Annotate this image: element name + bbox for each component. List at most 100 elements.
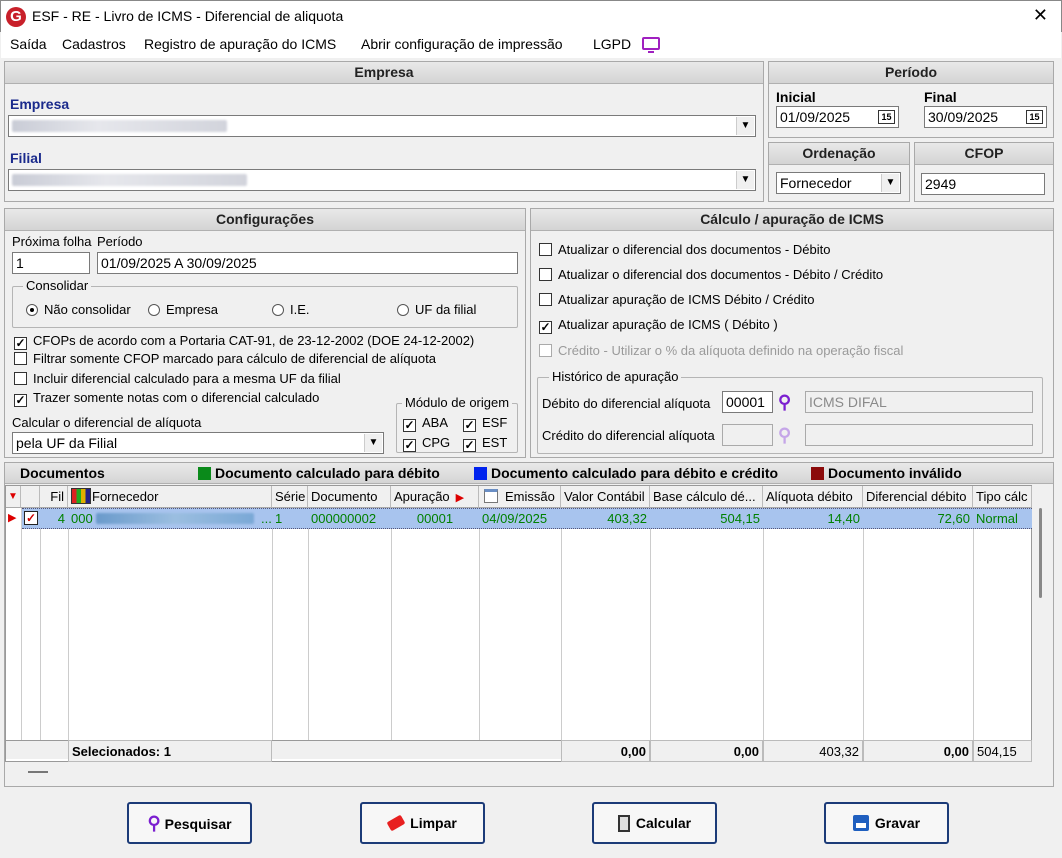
col-documento[interactable]: Documento (308, 486, 391, 508)
checkbox-disabled-icon[interactable] (539, 344, 552, 357)
calendar-icon[interactable]: 15 (878, 110, 895, 124)
grid-line (863, 508, 864, 740)
chevron-down-icon[interactable]: ▼ (364, 434, 382, 452)
checkbox-icon[interactable] (539, 268, 552, 281)
window-title: ESF - RE - Livro de ICMS - Diferencial d… (32, 8, 344, 24)
row-checkbox-checked-icon[interactable]: ✓ (24, 511, 38, 525)
horizontal-scrollbar[interactable] (6, 762, 1052, 782)
grid-line (308, 508, 309, 740)
ordenacao-select[interactable]: Fornecedor ▼ (776, 172, 901, 194)
debito-code-input[interactable]: 00001 (722, 391, 773, 413)
scrollbar-thumb[interactable] (1039, 508, 1042, 598)
checkbox-checked-icon[interactable]: ✓ (14, 337, 27, 350)
data-final-input[interactable]: 30/09/2025 15 (924, 106, 1047, 128)
col-apuracao[interactable]: Apuração ▶ (391, 486, 479, 508)
radio-empresa[interactable]: Empresa (148, 302, 218, 317)
checkbox-icon[interactable] (539, 243, 552, 256)
check-modulo-cpg[interactable]: ✓ CPG (403, 435, 450, 452)
checkbox-checked-icon[interactable]: ✓ (14, 394, 27, 407)
calendar-icon[interactable]: 15 (1026, 110, 1043, 124)
filial-value-redacted (12, 174, 247, 186)
check-modulo-est[interactable]: ✓ EST (463, 435, 507, 452)
col-base-calculo[interactable]: Base cálculo dé... (650, 486, 763, 508)
cell-apuracao: 00001 (416, 511, 454, 526)
col-emissao-label: Emissão (505, 489, 555, 504)
radio-ie[interactable]: I.E. (272, 302, 310, 317)
sort-arrow-down-icon[interactable]: ▼ (6, 486, 21, 508)
credito-code-input[interactable] (722, 424, 773, 446)
inicial-label: Inicial (776, 89, 816, 105)
radio-nao-consolidar-label: Não consolidar (44, 302, 131, 317)
check-apuracao-debito[interactable]: ✓ Atualizar apuração de ICMS ( Débito ) (539, 317, 778, 334)
proxima-folha-input[interactable]: 1 (12, 252, 90, 274)
check-atualizar-debito-credito[interactable]: Atualizar o diferencial dos documentos -… (539, 267, 883, 282)
calcular-button[interactable]: Calcular (592, 802, 717, 844)
col-diferencial[interactable]: Diferencial débito (863, 486, 973, 508)
selecionados-count: Selecionados: 1 (68, 740, 272, 762)
check-trazer-somente[interactable]: ✓ Trazer somente notas com o diferencial … (14, 390, 319, 407)
checkbox-checked-icon[interactable]: ✓ (403, 439, 416, 452)
checkbox-icon[interactable] (14, 372, 27, 385)
col-tipo[interactable]: Tipo cálc (973, 486, 1032, 508)
data-inicial-input[interactable]: 01/09/2025 15 (776, 106, 899, 128)
col-fil[interactable]: Fil (40, 486, 68, 508)
check-cfops-portaria[interactable]: ✓ CFOPs de acordo com a Portaria CAT-91, … (14, 333, 474, 350)
col-valor-contabil[interactable]: Valor Contábil (561, 486, 650, 508)
check-modulo-esf[interactable]: ✓ ESF (463, 415, 507, 432)
radio-icon[interactable] (148, 304, 160, 316)
menu-lgpd[interactable]: LGPD (593, 36, 631, 52)
limpar-button[interactable]: Limpar (360, 802, 485, 844)
green-square-icon (198, 467, 211, 480)
historico-label: Histórico de apuração (549, 369, 682, 384)
radio-selected-icon[interactable] (26, 304, 38, 316)
final-label: Final (924, 89, 957, 105)
monitor-icon[interactable] (642, 37, 660, 53)
check-modulo-aba[interactable]: ✓ ABA (403, 415, 448, 432)
check-apuracao-debito-credito[interactable]: Atualizar apuração de ICMS Débito / Créd… (539, 292, 815, 307)
chevron-down-icon[interactable]: ▼ (881, 174, 899, 192)
empresa-select[interactable]: ▼ (8, 115, 756, 137)
check-credito-aliquota-label: Crédito - Utilizar o % da alíquota defin… (558, 343, 904, 358)
menu-cadastros[interactable]: Cadastros (62, 36, 126, 52)
chevron-down-icon[interactable]: ▼ (736, 117, 754, 135)
radio-uf-filial[interactable]: UF da filial (397, 302, 476, 317)
search-icon[interactable]: ⚲ (778, 392, 791, 413)
chevron-down-icon[interactable]: ▼ (736, 171, 754, 189)
check-incluir-diferencial[interactable]: Incluir diferencial calculado para a mes… (14, 371, 341, 386)
radio-icon[interactable] (272, 304, 284, 316)
checkbox-checked-icon[interactable]: ✓ (539, 321, 552, 334)
cfop-input[interactable]: 2949 (921, 173, 1045, 195)
grid-line (272, 508, 273, 740)
scrollbar-thumb-horizontal[interactable] (28, 771, 48, 773)
radio-icon[interactable] (397, 304, 409, 316)
modulo-origem-label: Módulo de origem (402, 395, 513, 410)
checkbox-checked-icon[interactable]: ✓ (463, 439, 476, 452)
close-icon[interactable]: ✕ (1033, 5, 1048, 26)
col-select[interactable] (21, 486, 40, 508)
checkbox-checked-icon[interactable]: ✓ (463, 419, 476, 432)
sort-arrow-right-icon[interactable]: ▶ (456, 492, 464, 504)
periodo-config-input[interactable]: 01/09/2025 A 30/09/2025 (97, 252, 518, 274)
calcular-diferencial-select[interactable]: pela UF da Filial ▼ (12, 432, 384, 454)
check-credito-aliquota[interactable]: Crédito - Utilizar o % da alíquota defin… (539, 343, 903, 358)
check-atualizar-debito[interactable]: Atualizar o diferencial dos documentos -… (539, 242, 830, 257)
check-filtrar-cfop[interactable]: Filtrar somente CFOP marcado para cálcul… (14, 351, 436, 366)
menu-saida[interactable]: Saída (10, 36, 47, 52)
radio-ie-label: I.E. (290, 302, 310, 317)
menu-registro-apuracao[interactable]: Registro de apuração do ICMS (144, 36, 336, 52)
radio-nao-consolidar[interactable]: Não consolidar (26, 302, 131, 317)
vertical-scrollbar[interactable] (1032, 486, 1052, 740)
cell-valor-contabil: 403,32 (607, 511, 647, 526)
menu-abrir-configuracao[interactable]: Abrir configuração de impressão (361, 36, 563, 52)
checkbox-checked-icon[interactable]: ✓ (403, 419, 416, 432)
col-serie[interactable]: Série (272, 486, 308, 508)
checkbox-icon[interactable] (539, 293, 552, 306)
pesquisar-button[interactable]: ⚲ Pesquisar (127, 802, 252, 844)
calendar-icon (484, 489, 498, 503)
total-valor-contabil: 0,00 (561, 740, 650, 762)
checkbox-icon[interactable] (14, 352, 27, 365)
gravar-button[interactable]: Gravar (824, 802, 949, 844)
filial-select[interactable]: ▼ (8, 169, 756, 191)
col-fornecedor[interactable]: Fornecedor (68, 486, 272, 508)
col-aliquota[interactable]: Alíquota débito (763, 486, 863, 508)
